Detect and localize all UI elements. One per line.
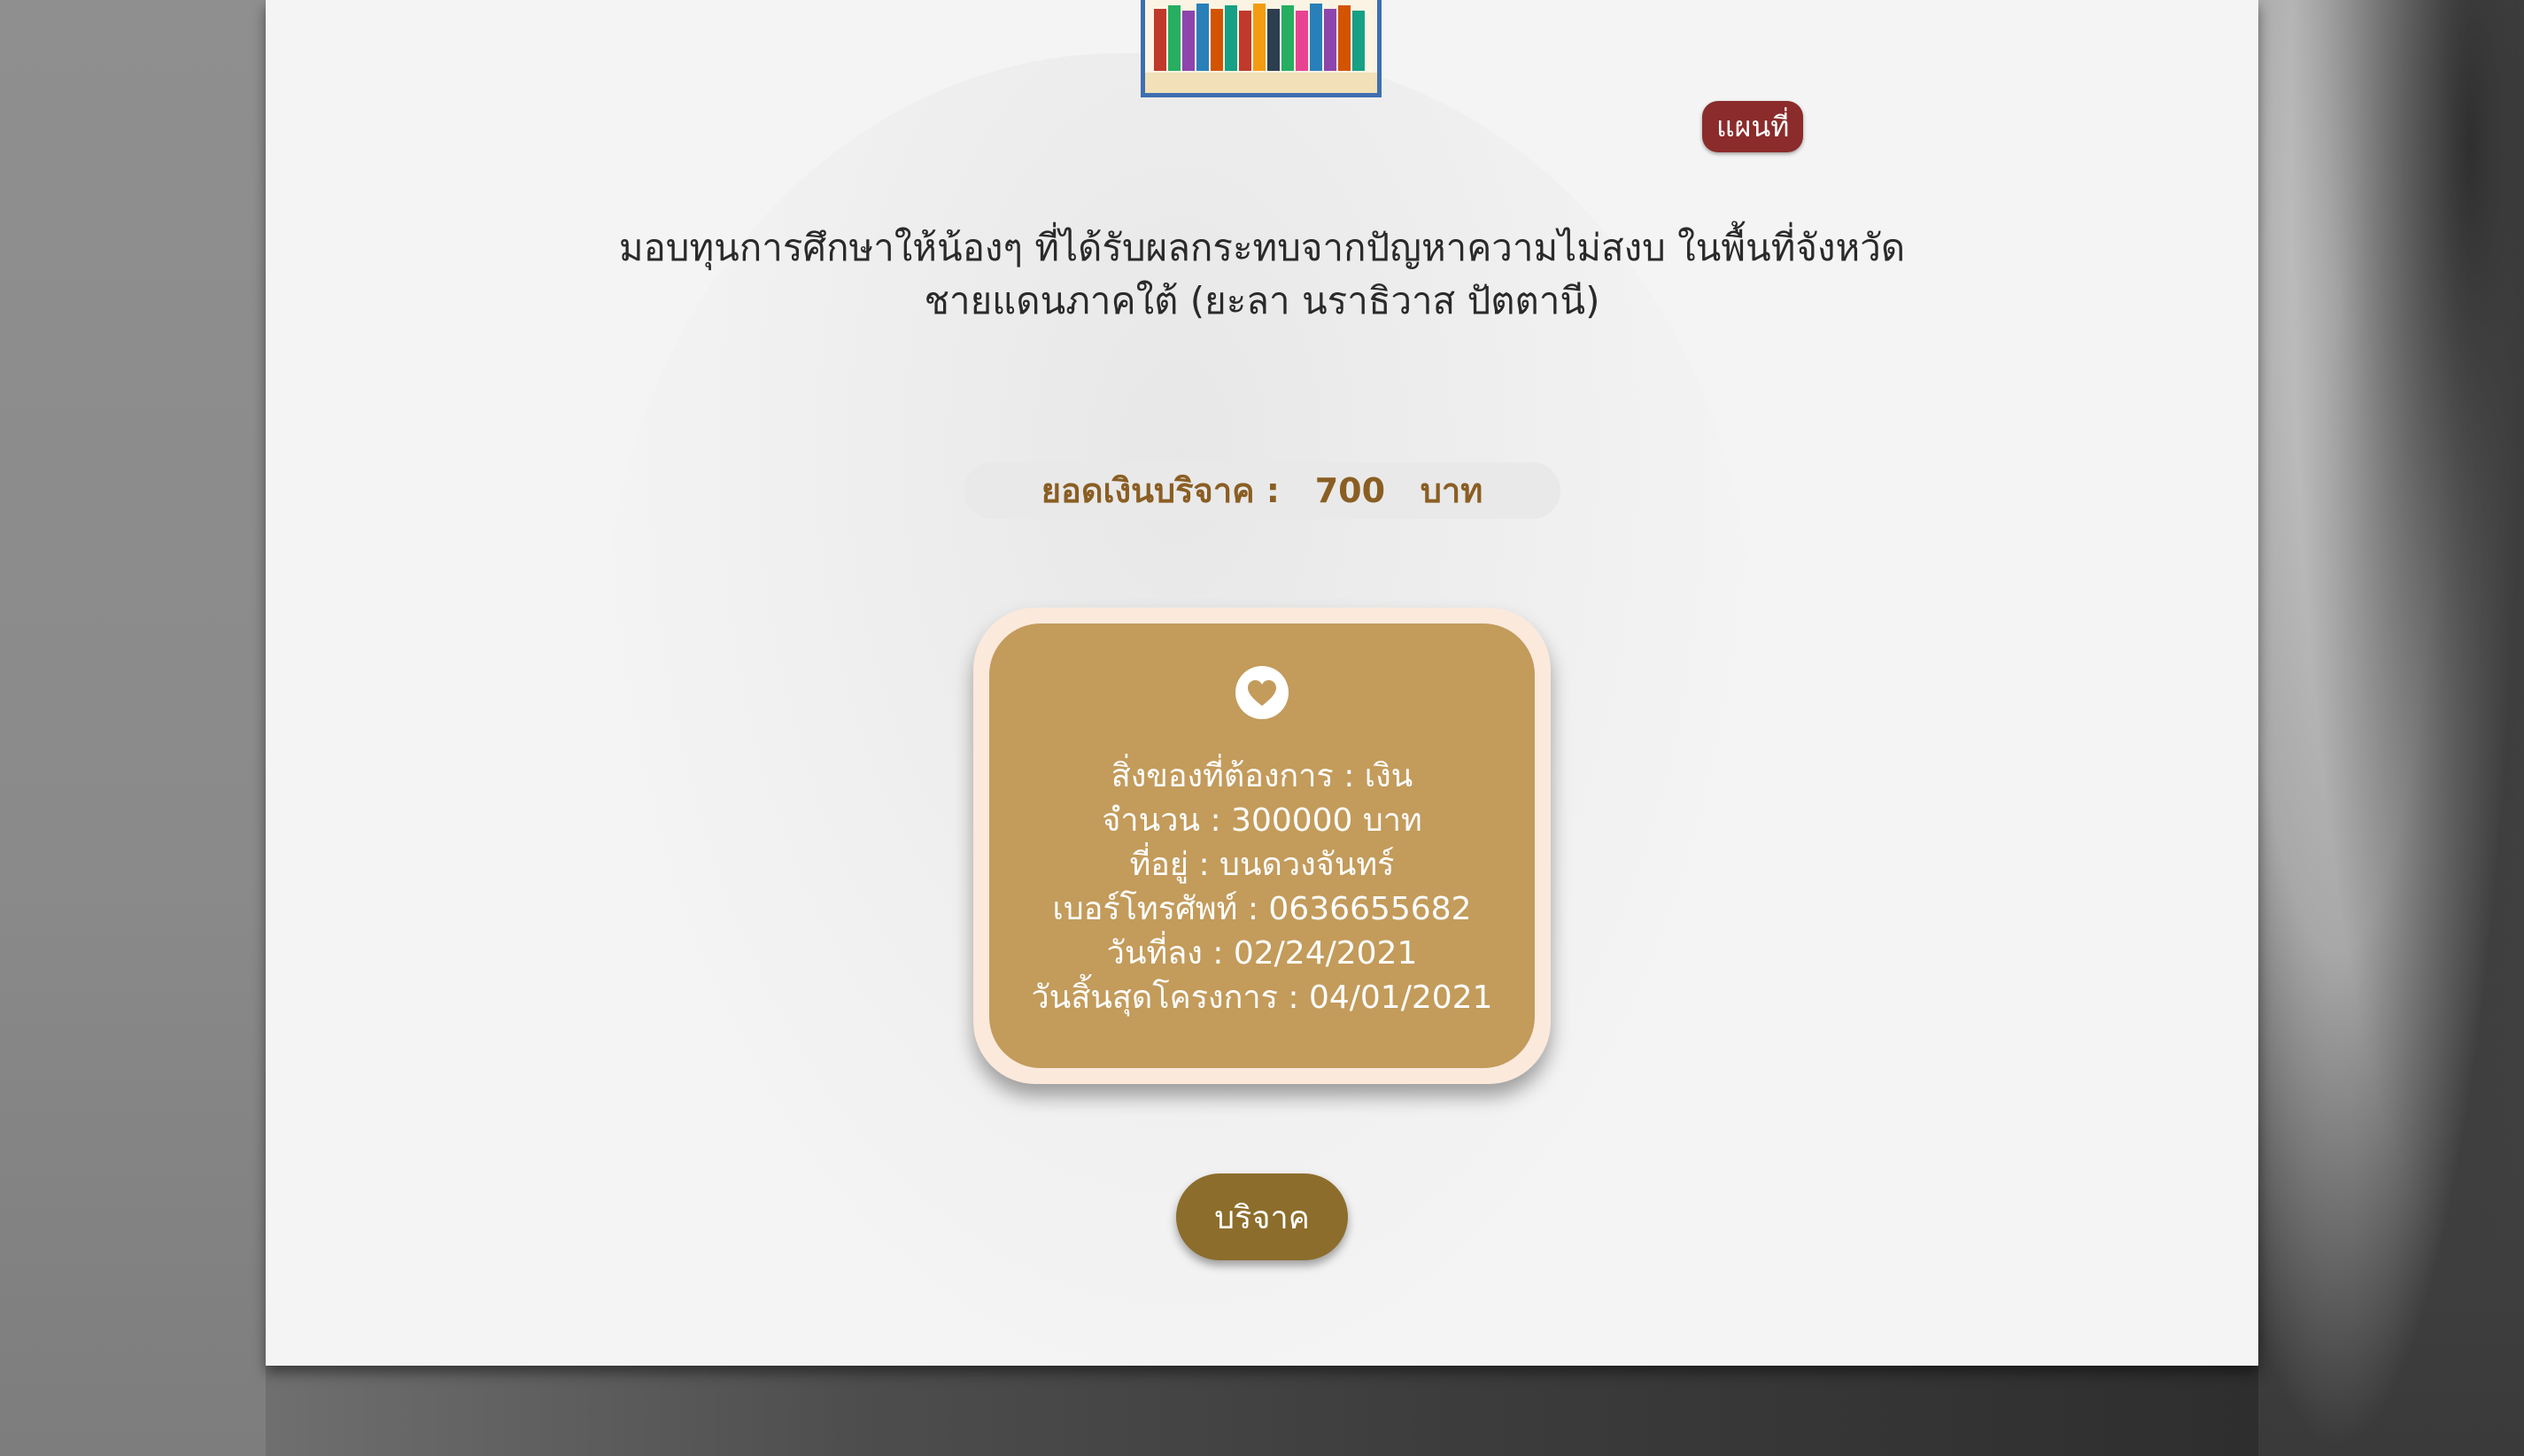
donate-button[interactable]: บริจาค [1176,1173,1348,1260]
background-left [0,0,266,1456]
project-title: มอบทุนการศึกษาให้น้องๆ ที่ได้รับผลกระทบจ… [496,221,2028,328]
background-bottom [266,1364,2258,1456]
details-card: สิ่งของที่ต้องการ : เงิน จำนวน : 300000 … [989,623,1535,1068]
donation-total-unit: บาท [1420,471,1483,510]
map-badge[interactable]: แผนที่ [1702,101,1804,152]
detail-need: สิ่งของที่ต้องการ : เงิน [1111,758,1413,794]
background-fur [2258,0,2524,1456]
donation-total-value: 700 [1314,471,1386,510]
background-right [2258,0,2524,1456]
details-card-frame: สิ่งของที่ต้องการ : เงิน จำนวน : 300000 … [973,608,1551,1084]
detail-address: ที่อยู่ : บนดวงจันทร์ [1129,847,1395,883]
project-title-line-2: ชายแดนภาคใต้ (ยะลา นราธิวาส ปัตตานี) [924,279,1600,322]
heart-icon [1235,666,1289,719]
project-image [1141,0,1382,97]
donation-total-label: ยอดเงินบริจาค : [1041,471,1280,510]
detail-end-date: วันสิ้นสุดโครงการ : 04/01/2021 [1031,980,1493,1016]
detail-posted-date: วันที่ลง : 02/24/2021 [1106,935,1418,972]
project-title-line-1: มอบทุนการศึกษาให้น้องๆ ที่ได้รับผลกระทบจ… [618,226,1906,269]
donation-total: ยอดเงินบริจาค : 700 บาท [964,462,1560,519]
detail-phone: เบอร์โทรศัพท์ : 0636655682 [1052,891,1472,927]
project-panel: แผนที่ มอบทุนการศึกษาให้น้องๆ ที่ได้รับผ… [266,0,2258,1366]
detail-amount: จำนวน : 300000 บาท [1102,802,1422,839]
details-list: สิ่งของที่ต้องการ : เงิน จำนวน : 300000 … [989,755,1535,1020]
